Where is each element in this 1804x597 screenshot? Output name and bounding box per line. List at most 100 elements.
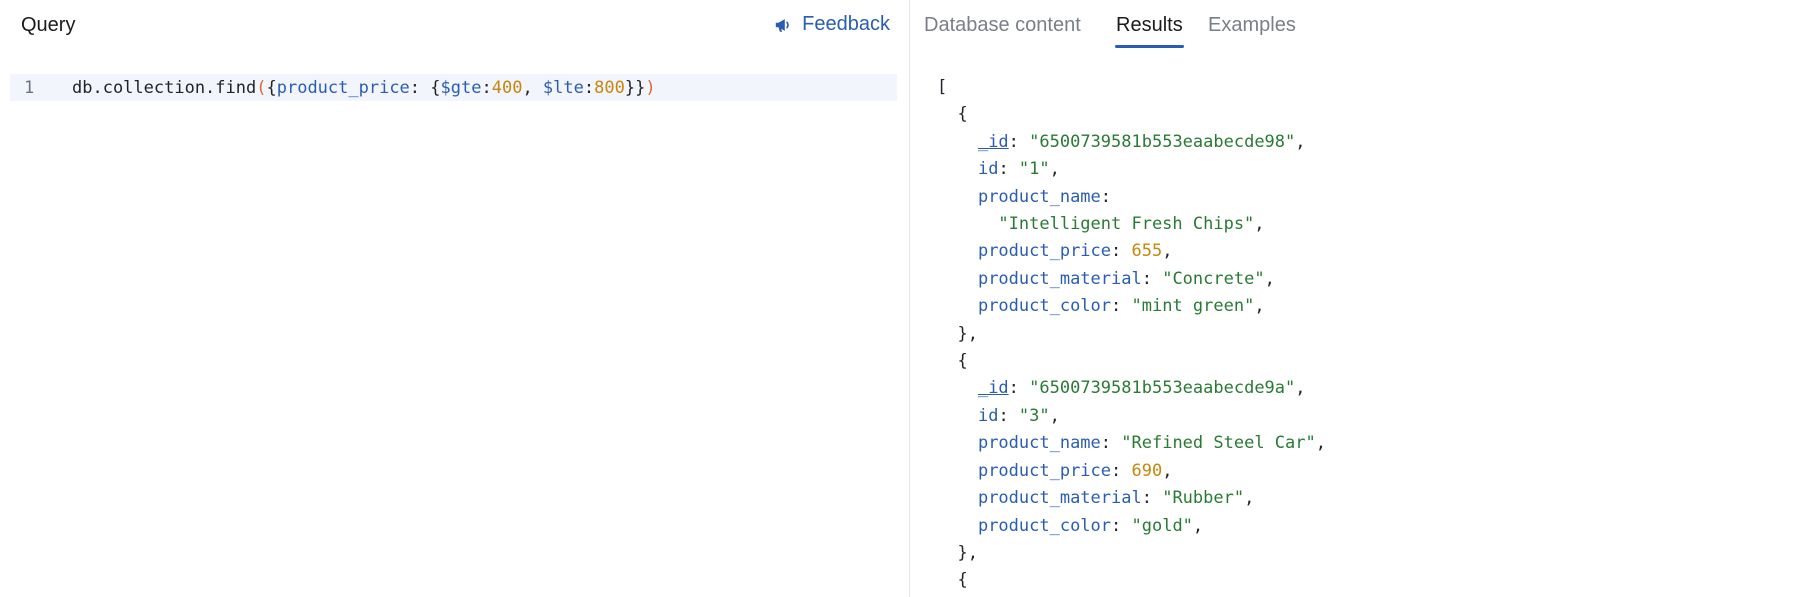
line-number: 1 [24,77,35,98]
json-comma: , [1295,378,1306,399]
json-line: product_price: 690, [937,458,1777,485]
json-key: id [977,159,999,180]
results-output[interactable]: [ { _id: "6500739581b553eaabecde98", id:… [937,74,1777,597]
json-colon: : [1111,515,1132,536]
query-header: Query Feedback [0,0,909,52]
code-token: db.collection.find [72,77,257,98]
json-colon: : [1141,488,1163,509]
tab-examples[interactable]: Examples [1208,14,1296,37]
json-line: _id: "6500739581b553eaabecde98", [937,129,1777,156]
json-comma: , [1295,131,1306,152]
json-colon: : [1111,241,1132,262]
json-string: "1" [1018,159,1050,180]
json-colon: : [1008,378,1030,399]
json-key: product_price [977,241,1112,262]
json-comma: , [1049,405,1060,426]
code-token: $lte [542,77,584,98]
json-colon: : [1141,268,1163,289]
json-key: id [977,405,999,426]
json-line: { [937,567,1777,594]
json-line: "Intelligent Fresh Chips", [937,211,1777,238]
json-string: "Rubber" [1162,488,1245,509]
megaphone-icon [774,16,792,34]
editor-line[interactable]: 1 db.collection.find({product_price: {$g… [10,74,897,101]
json-comma: , [1049,159,1060,180]
json-key: _id [977,131,1009,152]
json-line: product_color: "gold", [937,513,1777,540]
json-comma: , [1254,296,1265,317]
json-string: "3" [1018,405,1050,426]
json-line: id: "1", [937,156,1777,183]
json-colon: : [1100,433,1122,454]
results-panel: Database content Results Examples [ { _i… [910,0,1804,597]
json-line: _id: "6500739581b553eaabecde9a", [937,375,1777,402]
json-line: product_color: "mint green", [937,293,1777,320]
code-token: product_price [276,77,410,98]
json-line: product_name: [937,184,1777,211]
code-token: 800 [594,77,625,98]
code-token: : [481,77,492,98]
json-comma: , [1254,214,1265,235]
feedback-button[interactable]: Feedback [774,13,890,36]
json-punctuation: }, [957,323,978,344]
json-string: "Refined Steel Car" [1121,433,1316,454]
code-token: ) [645,77,656,98]
code-editor[interactable]: 1 db.collection.find({product_price: {$g… [10,74,897,101]
json-string: "6500739581b553eaabecde9a" [1029,378,1296,399]
json-comma: , [1315,433,1326,454]
code-token: { [266,77,277,98]
json-number: 655 [1131,241,1163,262]
mongodb-query-app: Query Feedback 1 db.collection.find({pro… [0,0,1804,597]
json-comma: , [1264,268,1275,289]
query-code[interactable]: db.collection.find({product_price: {$gte… [72,78,656,98]
json-colon: : [998,405,1019,426]
code-token: : [583,77,595,98]
json-colon: : [1100,186,1112,207]
json-comma: , [1162,460,1173,481]
json-colon: : [1111,296,1132,317]
query-title: Query [21,14,76,36]
json-line: { [937,101,1777,128]
json-key: product_name [977,186,1101,207]
json-line: }, [937,321,1777,348]
json-key: product_name [977,433,1101,454]
json-comma: , [1192,515,1204,536]
json-key: product_material [977,488,1142,509]
json-colon: : [998,159,1019,180]
tab-database-content[interactable]: Database content [924,14,1081,37]
json-string: "6500739581b553eaabecde98" [1029,131,1296,152]
json-comma: , [1162,241,1173,262]
json-string: "Intelligent Fresh Chips" [998,214,1255,235]
json-line: }, [937,540,1777,567]
code-token: ( [256,77,267,98]
json-punctuation: { [957,570,968,591]
feedback-label: Feedback [802,13,890,35]
code-token: : { [409,77,441,98]
tab-results[interactable]: Results [1116,14,1183,37]
active-tab-indicator [1115,45,1184,48]
query-panel: Query Feedback 1 db.collection.find({pro… [0,0,909,597]
json-punctuation: }, [957,542,978,563]
json-comma: , [1244,488,1255,509]
code-token: }} [624,77,646,98]
code-token: 400 [491,77,523,98]
json-key: product_color [977,296,1112,317]
results-tabs: Database content Results Examples [910,0,1804,52]
json-line: id: "3", [937,403,1777,430]
json-key: product_material [977,268,1142,289]
json-line: product_material: "Concrete", [937,266,1777,293]
json-punctuation: { [957,104,968,125]
code-token: , [522,77,543,98]
json-key: _id [977,378,1009,399]
json-line: product_material: "Rubber", [937,485,1777,512]
json-punctuation: [ [937,77,948,97]
json-colon: : [1008,131,1030,152]
json-string: "gold" [1131,515,1193,536]
code-token: $gte [440,77,482,98]
json-line: { [937,348,1777,375]
json-string: "Concrete" [1162,268,1265,289]
json-line: product_name: "Refined Steel Car", [937,430,1777,457]
json-key: product_color [977,515,1112,536]
json-string: "mint green" [1131,296,1255,317]
json-line: [ [937,74,1777,101]
